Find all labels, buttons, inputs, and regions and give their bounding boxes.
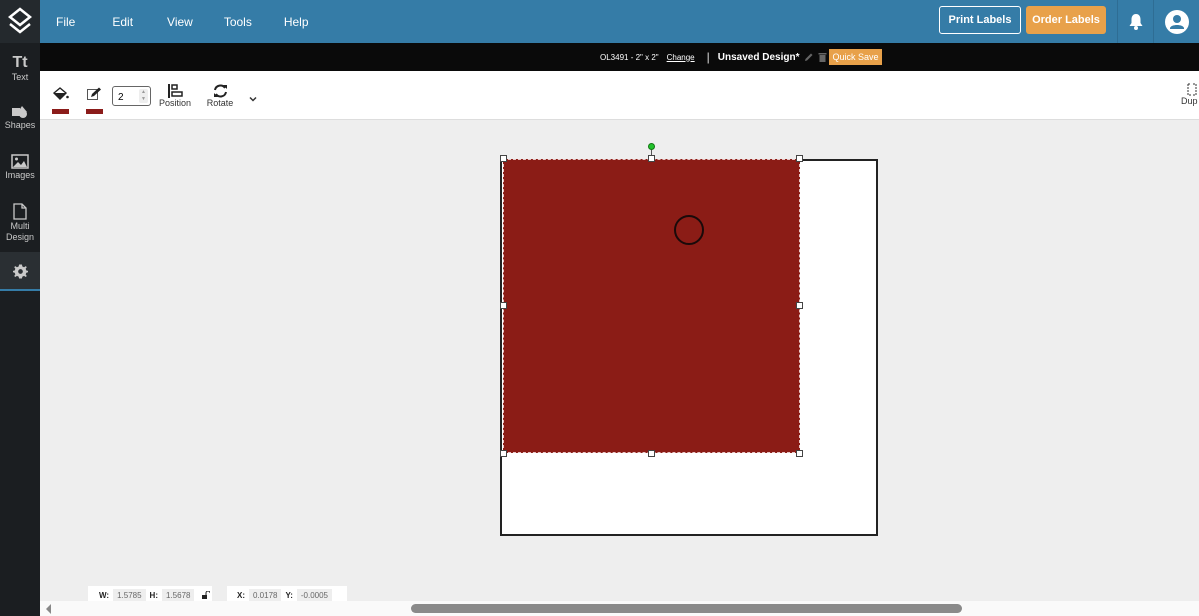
scrollbar-thumb[interactable] bbox=[411, 604, 962, 613]
menu-tools[interactable]: Tools bbox=[224, 15, 252, 29]
change-product-link[interactable]: Change bbox=[667, 53, 695, 62]
rotate-button[interactable]: Rotate bbox=[205, 84, 235, 108]
chevron-down-icon bbox=[249, 96, 257, 102]
unlock-icon[interactable] bbox=[202, 591, 211, 599]
sidebar-item-label: Text bbox=[11, 72, 29, 82]
resize-handle-top-left[interactable] bbox=[500, 155, 507, 162]
sidebar-item-settings[interactable] bbox=[0, 252, 40, 291]
more-tools-button[interactable] bbox=[248, 90, 258, 108]
rotate-label: Rotate bbox=[206, 98, 234, 108]
horizontal-scrollbar[interactable] bbox=[40, 601, 1199, 616]
height-label: H: bbox=[149, 590, 158, 600]
sidebar: Tt Text Shapes Images Multi Design bbox=[0, 43, 40, 616]
width-label: W: bbox=[99, 590, 110, 600]
duplicate-label: Dup bbox=[1181, 96, 1198, 106]
menu-edit[interactable]: Edit bbox=[112, 15, 133, 29]
design-name: Unsaved Design* bbox=[717, 51, 800, 63]
resize-handle-right[interactable] bbox=[796, 302, 803, 309]
sidebar-item-label: Images bbox=[5, 170, 35, 180]
user-circle-icon bbox=[1164, 9, 1189, 34]
design-info-bar: OL3491 - 2" x 2" Change | Unsaved Design… bbox=[40, 43, 1199, 71]
quick-save-button[interactable]: Quick Save bbox=[829, 49, 882, 65]
y-value[interactable]: -0.0005 bbox=[296, 588, 333, 602]
trash-icon[interactable] bbox=[818, 52, 827, 62]
notifications-button[interactable] bbox=[1117, 0, 1153, 43]
rotation-handle[interactable] bbox=[648, 143, 655, 150]
sidebar-item-label: Multi Design bbox=[5, 221, 34, 242]
stepper-arrows[interactable]: ▲ ▼ bbox=[139, 89, 148, 103]
selected-rectangle-shape[interactable] bbox=[503, 159, 800, 453]
sidebar-item-label: Shapes bbox=[4, 120, 36, 130]
stroke-width-input[interactable] bbox=[113, 88, 137, 107]
file-icon bbox=[13, 203, 27, 220]
fill-color-swatch bbox=[52, 109, 69, 114]
resize-handle-top[interactable] bbox=[648, 155, 655, 162]
order-labels-button[interactable]: Order Labels bbox=[1026, 6, 1106, 34]
app-logo[interactable] bbox=[0, 0, 40, 43]
position-label: Position bbox=[158, 98, 192, 108]
width-value[interactable]: 1.5785 bbox=[113, 588, 146, 602]
duplicate-button[interactable]: Dup bbox=[1181, 83, 1199, 106]
product-sku: OL3491 - 2" x 2" bbox=[600, 52, 659, 62]
layers-logo-icon bbox=[8, 6, 32, 34]
x-label: X: bbox=[237, 590, 245, 600]
pencil-square-icon bbox=[87, 87, 101, 100]
circle-shape[interactable] bbox=[674, 215, 704, 245]
print-labels-button[interactable]: Print Labels bbox=[939, 6, 1021, 34]
rotate-icon bbox=[213, 84, 227, 98]
resize-handle-bottom[interactable] bbox=[648, 450, 655, 457]
sidebar-item-shapes[interactable]: Shapes bbox=[0, 105, 40, 131]
account-button[interactable] bbox=[1153, 0, 1199, 43]
position-button[interactable]: Position bbox=[158, 84, 192, 108]
stroke-color-swatch bbox=[86, 109, 103, 114]
resize-handle-bottom-left[interactable] bbox=[500, 450, 507, 457]
image-icon bbox=[11, 154, 29, 169]
fill-color-button[interactable] bbox=[52, 87, 69, 114]
gear-icon bbox=[12, 264, 28, 279]
paint-bucket-icon bbox=[52, 87, 69, 100]
align-left-icon bbox=[167, 84, 183, 98]
resize-handle-top-right[interactable] bbox=[796, 155, 803, 162]
sidebar-item-text[interactable]: Tt Text bbox=[0, 55, 40, 83]
resize-handle-bottom-right[interactable] bbox=[796, 450, 803, 457]
stroke-width-stepper[interactable]: ▲▼ bbox=[112, 86, 151, 107]
design-info: OL3491 - 2" x 2" Change | Unsaved Design… bbox=[600, 43, 882, 71]
sidebar-item-images[interactable]: Images bbox=[0, 154, 40, 181]
resize-handle-left[interactable] bbox=[500, 302, 507, 309]
menu-help[interactable]: Help bbox=[284, 15, 309, 29]
sidebar-item-multi-design[interactable]: Multi Design bbox=[0, 203, 40, 243]
separator: | bbox=[706, 50, 710, 64]
duplicate-icon bbox=[1187, 83, 1197, 96]
pencil-icon[interactable] bbox=[804, 52, 814, 62]
bell-icon bbox=[1129, 14, 1142, 30]
text-icon: Tt bbox=[12, 54, 28, 71]
menu-view[interactable]: View bbox=[167, 15, 193, 29]
main-menu: File Edit View Tools Help bbox=[56, 0, 344, 43]
stroke-color-button[interactable] bbox=[86, 87, 103, 114]
height-value[interactable]: 1.5678 bbox=[162, 588, 195, 602]
x-value[interactable]: 0.0178 bbox=[249, 588, 282, 602]
top-bar: File Edit View Tools Help Print Labels O… bbox=[0, 0, 1199, 43]
menu-file[interactable]: File bbox=[56, 15, 75, 29]
scroll-left-arrow-icon[interactable] bbox=[46, 604, 51, 614]
toolbar: ▲▼ Position Rotate Dup bbox=[40, 71, 1199, 120]
y-label: Y: bbox=[285, 590, 293, 600]
shapes-icon bbox=[12, 106, 27, 118]
